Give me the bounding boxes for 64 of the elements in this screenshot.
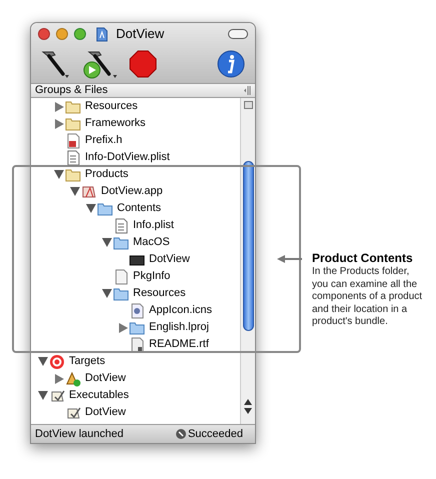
build-target-icon [65, 370, 81, 386]
stop-icon[interactable] [129, 50, 157, 78]
tree-item[interactable]: DotView [85, 404, 126, 421]
tree-item[interactable]: Contents [117, 200, 162, 217]
application-icon [81, 184, 97, 200]
callout-text: In the Products folder, you can examine all the components of a product and their location in a product's bundle. [312, 266, 424, 328]
tree-item[interactable]: Frameworks [85, 115, 146, 132]
document-icon [113, 218, 129, 234]
minimize-icon[interactable] [56, 28, 68, 40]
document-icon [113, 268, 129, 284]
scroll-thumb[interactable] [242, 161, 254, 331]
expand-triangle-icon[interactable] [54, 374, 64, 384]
scroll-down-icon[interactable] [244, 408, 252, 414]
tree-item[interactable]: README.rtf [149, 336, 209, 353]
split-view-icon[interactable] [244, 101, 252, 109]
tree-item[interactable]: Executables [69, 387, 129, 404]
tree-item[interactable]: Prefix.h [85, 132, 122, 149]
build-status: Succeeded [188, 426, 243, 442]
close-icon[interactable] [38, 28, 50, 40]
collapse-triangle-icon[interactable] [38, 357, 48, 366]
collapse-triangle-icon[interactable] [38, 391, 48, 400]
folder-icon [113, 286, 129, 302]
tree-item[interactable]: DotView [85, 370, 126, 387]
tree-item[interactable]: Targets [69, 353, 106, 370]
tree-item[interactable]: DotView [149, 251, 190, 268]
scroll-up-icon[interactable] [244, 399, 252, 405]
zoom-icon[interactable] [74, 28, 86, 40]
collapse-triangle-icon[interactable] [70, 187, 80, 196]
collapse-triangle-icon[interactable] [102, 289, 112, 298]
document-icon [129, 336, 145, 352]
info-icon[interactable] [217, 50, 245, 78]
header-file-icon [65, 132, 81, 148]
tree-item[interactable]: AppIcon.icns [149, 302, 212, 319]
folder-icon [65, 166, 81, 182]
tree-item[interactable]: Products [85, 166, 128, 183]
collapse-triangle-icon[interactable] [86, 204, 96, 213]
scrollbar[interactable] [240, 98, 255, 424]
tree-item[interactable]: Resources [85, 98, 138, 115]
image-file-icon [129, 302, 145, 318]
document-icon [65, 150, 81, 166]
folder-icon [129, 320, 145, 336]
toolbar-toggle-icon[interactable] [228, 29, 248, 39]
tree-item[interactable]: Info.plist [133, 217, 174, 234]
project-file-icon [96, 26, 108, 42]
folder-icon [113, 234, 129, 250]
expand-triangle-icon[interactable] [54, 118, 64, 128]
tree-item[interactable]: MacOS [133, 234, 170, 251]
tree-item[interactable]: DotView.app [101, 183, 163, 200]
expand-triangle-icon[interactable] [118, 322, 128, 332]
tree-item[interactable]: Info-DotView.plist [85, 149, 170, 166]
tree-item[interactable]: PkgInfo [133, 268, 170, 285]
folder-icon [97, 200, 113, 216]
splitter-handle-icon[interactable] [243, 86, 251, 95]
expand-triangle-icon[interactable] [54, 102, 64, 112]
collapse-triangle-icon[interactable] [54, 170, 64, 179]
folder-icon [65, 116, 81, 132]
collapse-triangle-icon[interactable] [102, 238, 112, 247]
status-message: DotView launched [35, 426, 124, 442]
window-title: DotView [116, 25, 164, 44]
target-icon [49, 354, 65, 370]
leader-line [277, 254, 302, 264]
callout-title: Product Contents [312, 251, 414, 266]
tree-item[interactable]: English.lproj [149, 319, 209, 336]
tree-item[interactable]: Resources [133, 285, 186, 302]
